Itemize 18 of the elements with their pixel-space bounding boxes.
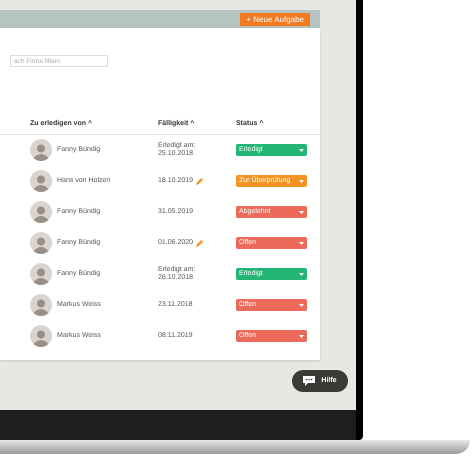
caret-icon [299, 334, 304, 338]
avatar-silhouette [30, 263, 52, 285]
caret-icon [299, 304, 304, 306]
caret-icon [299, 242, 304, 244]
caret-icon [299, 272, 304, 276]
caret-icon [299, 148, 304, 152]
avatar-silhouette [30, 232, 52, 254]
avatar-silhouette [30, 325, 52, 347]
avatar-silhouette [30, 139, 52, 161]
pencil-icon[interactable] [196, 178, 204, 184]
avatar-silhouette [30, 294, 52, 316]
new-task-button[interactable]: + Neue Aufgabe [240, 12, 310, 26]
chat-icon [303, 376, 316, 386]
caret-icon [299, 210, 304, 214]
avatar-silhouette [30, 170, 52, 192]
pencil-icon[interactable] [196, 240, 204, 246]
avatar-silhouette [30, 201, 52, 223]
caret-icon [299, 180, 304, 182]
